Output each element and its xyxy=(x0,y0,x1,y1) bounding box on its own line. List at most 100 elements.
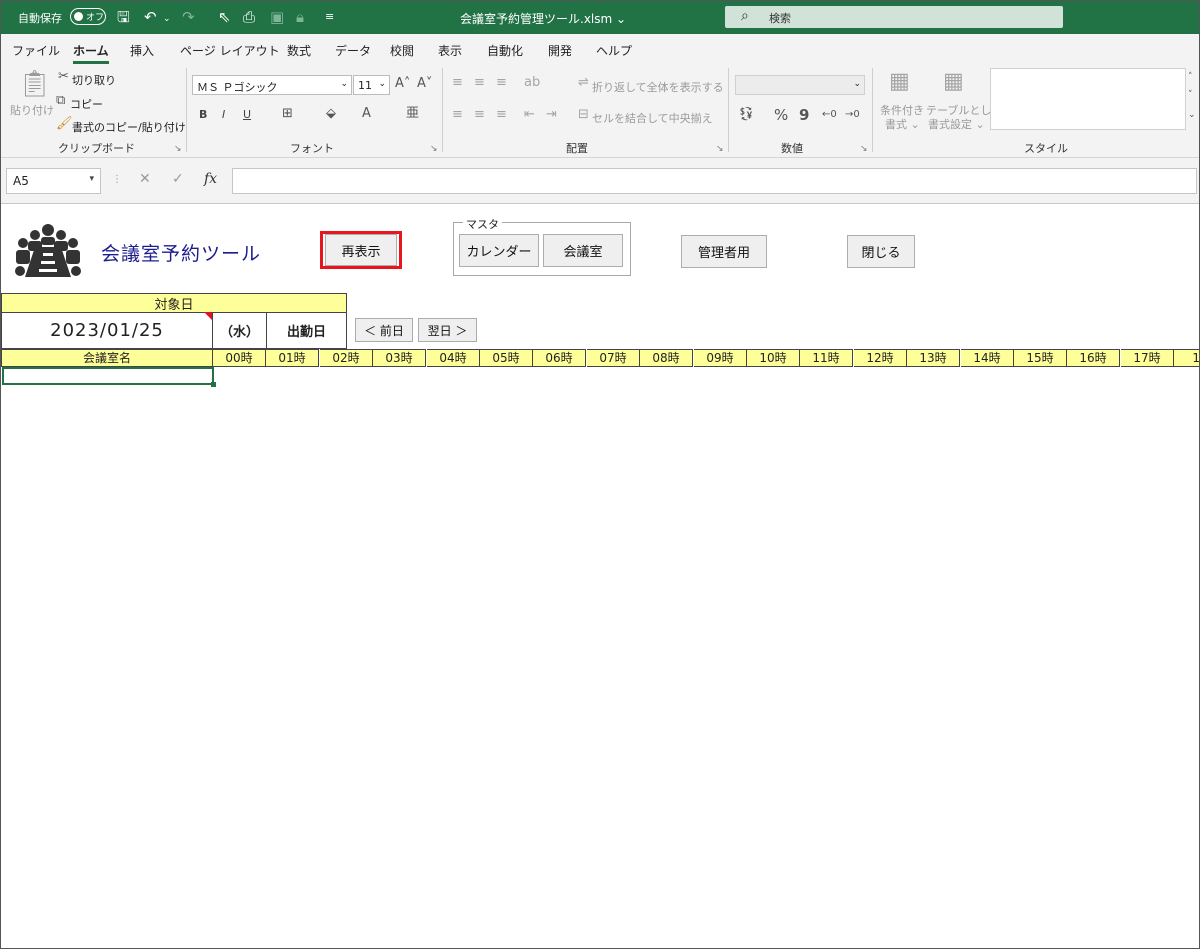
merge-center-label[interactable]: セルを結合して中央揃え xyxy=(592,110,713,126)
hour-header-cell: 14時 xyxy=(961,349,1014,367)
format-as-table-label-2[interactable]: 書式設定 ⌄ xyxy=(928,116,985,132)
font-name-combo[interactable]: ＭＳ Ｐゴシック ⌄ xyxy=(192,75,352,95)
number-format-combo[interactable]: ⌄ xyxy=(735,75,865,95)
cut-label[interactable]: 切り取り xyxy=(72,72,116,88)
accounting-icon[interactable]: 💱︎ xyxy=(738,108,755,122)
merge-center-icon[interactable]: ⊟ xyxy=(578,108,589,122)
print-preview-icon[interactable]: ⎙ xyxy=(243,8,255,26)
wrap-text-label[interactable]: 折り返して全体を表示する xyxy=(592,79,724,95)
date-cell[interactable]: 2023/01/25 xyxy=(1,313,213,349)
bold-button[interactable]: B xyxy=(199,108,207,121)
format-painter-icon[interactable]: 🖌︎ xyxy=(56,117,73,131)
ribbon: 📋︎ 貼り付け ✂ 切り取り ⧉ コピー 🖌︎ 書式のコピー/貼り付け クリップ… xyxy=(0,64,1200,158)
weekday-cell[interactable]: （水） xyxy=(213,313,267,349)
conditional-format-icon[interactable]: ▦ xyxy=(889,70,910,94)
tab-file[interactable]: ファイル xyxy=(12,42,60,59)
enter-formula-button[interactable]: ✓ xyxy=(172,171,184,187)
orientation-icon[interactable]: ab xyxy=(524,76,540,90)
wrap-text-icon[interactable]: ⇌ xyxy=(578,76,589,90)
paste-label[interactable]: 貼り付け xyxy=(10,102,54,118)
tab-review[interactable]: 校閲 xyxy=(390,42,414,59)
active-cell-selection[interactable] xyxy=(2,367,216,387)
ribbon-separator xyxy=(872,68,873,152)
styles-group-label: スタイル xyxy=(1024,142,1068,155)
tab-view[interactable]: 表示 xyxy=(438,42,462,59)
autosave-toggle[interactable]: オフ xyxy=(70,8,106,25)
gallery-scroll-up-icon[interactable]: ˄ xyxy=(1188,70,1193,84)
phonetic-icon[interactable]: 亜 xyxy=(406,107,419,121)
hour-header-cell: 00時 xyxy=(213,349,266,367)
search-box[interactable]: ⌕ 検索 xyxy=(725,6,1063,28)
align-middle-icon[interactable]: ≡ xyxy=(474,76,485,90)
tab-data[interactable]: データ xyxy=(335,42,371,59)
border-icon[interactable]: ⊞ xyxy=(282,107,293,121)
font-launcher-icon[interactable]: ↘ xyxy=(430,144,438,154)
decrease-decimal-icon[interactable]: →0 xyxy=(845,108,860,122)
fill-color-icon[interactable]: ⬙ xyxy=(326,107,336,121)
formula-bar: A5 ▾ ⋮ ✕ ✓ fx xyxy=(0,158,1200,204)
align-right-icon[interactable]: ≡ xyxy=(496,108,507,122)
decrease-indent-icon[interactable]: ⇤ xyxy=(524,108,535,122)
lock-icon[interactable]: 🔒︎ xyxy=(296,8,304,26)
insert-function-button[interactable]: fx xyxy=(204,171,217,187)
format-painter-label[interactable]: 書式のコピー/貼り付け xyxy=(72,119,186,135)
paste-icon[interactable]: 📋︎ xyxy=(18,70,51,98)
document-title[interactable]: 会議室予約管理ツール.xlsm ⌄ xyxy=(460,10,626,27)
tab-automate[interactable]: 自動化 xyxy=(487,42,523,59)
copy-icon[interactable]: ⧉ xyxy=(56,94,65,108)
undo-icon[interactable]: ↶ xyxy=(144,8,157,26)
name-box[interactable]: A5 ▾ xyxy=(6,168,101,194)
align-bottom-icon[interactable]: ≡ xyxy=(496,76,507,90)
search-placeholder: 検索 xyxy=(769,12,791,25)
next-day-button[interactable]: 翌日 ＞ xyxy=(418,318,477,342)
increase-decimal-icon[interactable]: ←0 xyxy=(822,108,837,122)
increase-font-icon[interactable]: A˄ xyxy=(395,77,410,91)
gallery-scroll-down-icon[interactable]: ˅ xyxy=(1188,88,1193,102)
number-group-label: 数値 xyxy=(781,142,803,155)
font-color-icon[interactable]: A xyxy=(362,107,371,121)
conditional-format-label-2[interactable]: 書式 ⌄ xyxy=(885,116,920,132)
cancel-formula-button[interactable]: ✕ xyxy=(139,171,151,187)
calendar-button[interactable]: カレンダー xyxy=(459,234,539,267)
pointer-icon[interactable]: ⇖ xyxy=(218,8,231,26)
align-center-icon[interactable]: ≡ xyxy=(474,108,485,122)
tab-insert[interactable]: 挿入 xyxy=(130,42,154,59)
align-top-icon[interactable]: ≡ xyxy=(452,76,463,90)
clipboard-launcher-icon[interactable]: ↘ xyxy=(174,144,182,154)
refresh-button[interactable]: 再表示 xyxy=(325,234,397,266)
formula-input[interactable] xyxy=(232,168,1197,194)
number-launcher-icon[interactable]: ↘ xyxy=(860,144,868,154)
alignment-launcher-icon[interactable]: ↘ xyxy=(716,144,724,154)
format-as-table-icon[interactable]: ▦ xyxy=(943,70,964,94)
room-button[interactable]: 会議室 xyxy=(543,234,623,267)
worksheet[interactable]: 会議室予約ツール 再表示 マスタ カレンダー 会議室 管理者用 閉じる 対象日 … xyxy=(1,205,1199,948)
prev-day-button[interactable]: ＜ 前日 xyxy=(355,318,413,342)
close-button[interactable]: 閉じる xyxy=(847,235,915,268)
copy-label[interactable]: コピー xyxy=(70,96,103,112)
customize-toolbar-icon[interactable]: ≡ xyxy=(325,8,334,26)
tab-formulas[interactable]: 数式 xyxy=(287,42,311,59)
align-left-icon[interactable]: ≡ xyxy=(452,108,463,122)
decrease-font-icon[interactable]: A˅ xyxy=(417,77,432,91)
font-size-combo[interactable]: 11 ⌄ xyxy=(353,75,390,95)
hour-header-cell: 12時 xyxy=(854,349,907,367)
cut-icon[interactable]: ✂ xyxy=(58,70,69,84)
tab-developer[interactable]: 開発 xyxy=(548,42,572,59)
comma-button[interactable]: 9 xyxy=(799,106,809,124)
workday-cell[interactable]: 出勤日 xyxy=(267,313,347,349)
italic-button[interactable]: I xyxy=(222,108,225,121)
form-icon[interactable]: ▣ xyxy=(270,8,284,26)
redo-icon[interactable]: ↷ xyxy=(182,8,195,26)
cell-styles-gallery[interactable] xyxy=(990,68,1186,130)
admin-button[interactable]: 管理者用 xyxy=(681,235,767,268)
save-icon[interactable]: 🖫 xyxy=(117,8,130,26)
fill-handle[interactable] xyxy=(211,382,216,387)
increase-indent-icon[interactable]: ⇥ xyxy=(546,108,557,122)
tab-home[interactable]: ホーム xyxy=(73,42,109,64)
gallery-expand-icon[interactable]: ⌄ xyxy=(1188,108,1196,122)
tab-help[interactable]: ヘルプ xyxy=(596,42,632,59)
percent-button[interactable]: % xyxy=(774,106,788,124)
underline-button[interactable]: U xyxy=(243,108,251,121)
undo-dropdown-icon[interactable]: ⌄ xyxy=(163,10,171,28)
tab-page-layout[interactable]: ページ レイアウト xyxy=(180,42,280,59)
